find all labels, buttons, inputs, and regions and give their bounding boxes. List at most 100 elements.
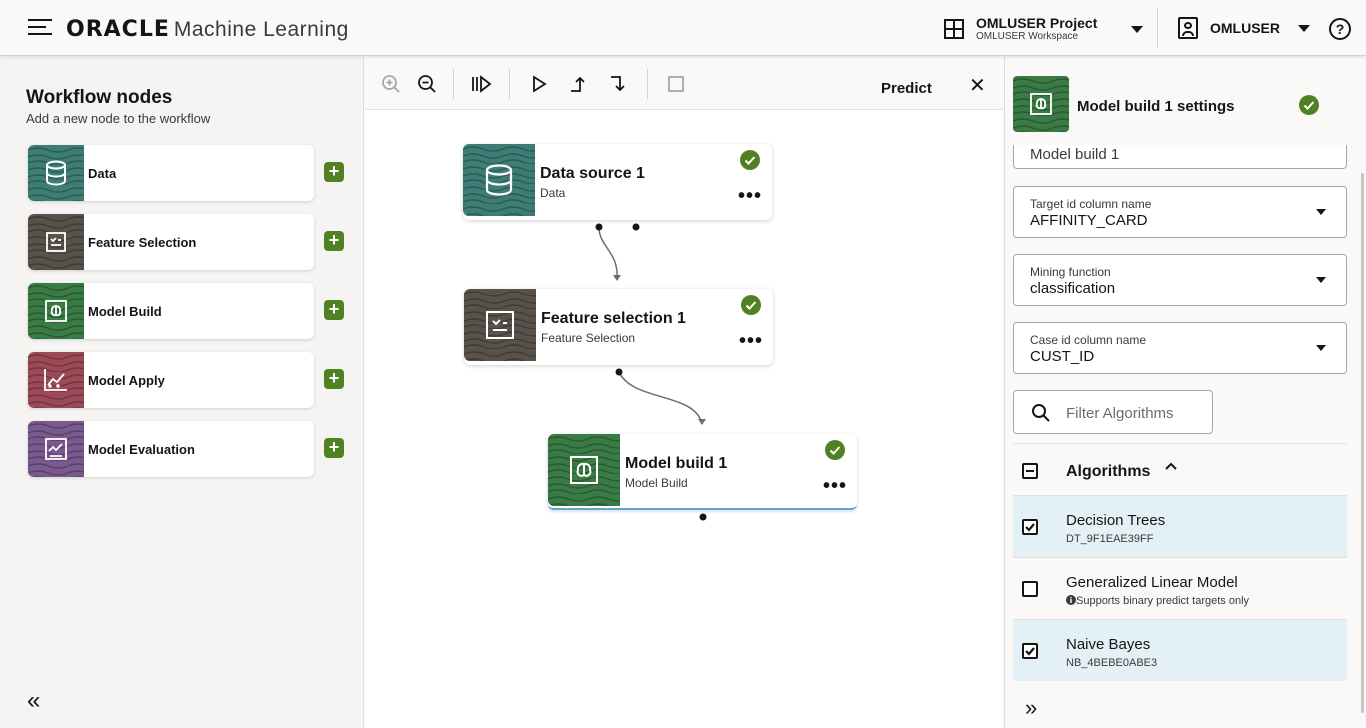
workflow-canvas[interactable]: Predict ✕ Data source 1 Data ••• Feature… bbox=[365, 57, 1003, 728]
settings-header: Model build 1 settings bbox=[1005, 57, 1366, 145]
algorithm-name: Naive Bayes bbox=[1066, 636, 1151, 653]
field-label: Case id column name bbox=[1030, 333, 1147, 347]
field-label: Mining function bbox=[1030, 265, 1111, 279]
node-thumb bbox=[28, 214, 84, 270]
node-more-menu-button[interactable]: ••• bbox=[823, 476, 847, 496]
chevron-up-icon[interactable] bbox=[1165, 462, 1177, 470]
settings-title: Model build 1 settings bbox=[1077, 98, 1235, 115]
node-card-label: Model Build bbox=[88, 304, 162, 319]
node-more-menu-button[interactable]: ••• bbox=[739, 331, 763, 351]
field-value: CUST_ID bbox=[1030, 348, 1095, 365]
chevron-down-icon bbox=[1316, 209, 1326, 215]
algorithm-name: Generalized Linear Model bbox=[1066, 574, 1238, 591]
algorithm-detail: NB_4BEBE0ABE3 bbox=[1066, 657, 1158, 669]
field-value: classification bbox=[1030, 280, 1116, 297]
node-card-feature-selection[interactable]: Feature Selection bbox=[28, 214, 314, 270]
algorithm-detail: Supports binary predict targets only bbox=[1076, 595, 1250, 607]
collapse-right-panel-icon[interactable]: » bbox=[1025, 695, 1037, 721]
node-card-label: Model Apply bbox=[88, 373, 165, 388]
node-card-label: Feature Selection bbox=[88, 235, 197, 250]
project-name: OMLUSER Project bbox=[976, 15, 1098, 31]
add-model-apply-node-button[interactable]: + bbox=[324, 369, 344, 389]
node-type: Model Build bbox=[625, 476, 688, 490]
field-value: AFFINITY_CARD bbox=[1030, 212, 1148, 229]
user-menu[interactable]: OMLUSER bbox=[1178, 17, 1310, 39]
node-card-model-build[interactable]: Model Build bbox=[28, 283, 314, 339]
algorithm-row-glm[interactable]: Generalized Linear Model Supports binary… bbox=[1013, 557, 1347, 619]
workflow-nodes-panel: Workflow nodes Add a new node to the wor… bbox=[0, 57, 364, 728]
flow-node-feature-selection[interactable]: Feature selection 1 Feature Selection ••… bbox=[464, 289, 773, 365]
algorithm-name: Decision Trees bbox=[1066, 512, 1166, 529]
brand-name: ORACLE bbox=[66, 17, 170, 42]
checkmark-icon bbox=[1025, 523, 1035, 532]
flow-node-data-source[interactable]: Data source 1 Data ••• bbox=[463, 144, 772, 220]
project-selector[interactable]: OMLUSER Project OMLUSER Workspace bbox=[944, 14, 1144, 44]
collapse-left-panel-icon[interactable]: « bbox=[27, 687, 40, 715]
panel-subtitle: Add a new node to the workflow bbox=[26, 111, 211, 126]
settings-scrollbar[interactable] bbox=[1361, 173, 1364, 713]
node-thumb bbox=[28, 145, 84, 201]
node-type: Data bbox=[540, 186, 566, 200]
checkmark-icon bbox=[1025, 647, 1035, 656]
add-feature-selection-node-button[interactable]: + bbox=[324, 231, 344, 251]
add-data-node-button[interactable]: + bbox=[324, 162, 344, 182]
node-card-label: Data bbox=[88, 166, 117, 181]
node-thumb bbox=[28, 352, 84, 408]
algorithm-checkbox[interactable] bbox=[1022, 519, 1038, 535]
algorithms-label: Algorithms bbox=[1066, 463, 1151, 480]
hamburger-menu-icon[interactable] bbox=[28, 19, 52, 37]
chevron-down-icon bbox=[1316, 345, 1326, 351]
node-thumb bbox=[28, 283, 84, 339]
select-all-algorithms-checkbox[interactable] bbox=[1022, 463, 1038, 479]
node-name: Feature selection 1 bbox=[541, 310, 686, 327]
filter-placeholder: Filter Algorithms bbox=[1066, 405, 1174, 422]
add-model-build-node-button[interactable]: + bbox=[324, 300, 344, 320]
user-avatar-icon bbox=[1178, 17, 1198, 39]
node-card-data[interactable]: Data bbox=[28, 145, 314, 201]
algorithm-row-decision-trees[interactable]: Decision Trees DT_9F1EAE39FF bbox=[1013, 495, 1347, 557]
user-name: OMLUSER bbox=[1210, 20, 1280, 36]
case-id-column-select[interactable]: Case id column name CUST_ID bbox=[1013, 322, 1347, 374]
node-more-menu-button[interactable]: ••• bbox=[738, 186, 762, 206]
algorithms-header: Algorithms bbox=[1013, 443, 1347, 495]
algorithm-checkbox[interactable] bbox=[1022, 643, 1038, 659]
workspace-name: OMLUSER Workspace bbox=[976, 31, 1079, 42]
chevron-down-icon bbox=[1316, 277, 1326, 283]
app-header: ORACLE Machine Learning OMLUSER Project O… bbox=[0, 0, 1366, 56]
success-check-icon bbox=[825, 440, 845, 460]
panel-title: Workflow nodes bbox=[26, 87, 173, 108]
algorithm-checkbox[interactable] bbox=[1022, 581, 1038, 597]
node-thumb bbox=[464, 289, 536, 361]
chevron-down-icon bbox=[1131, 25, 1144, 33]
settings-node-thumb bbox=[1013, 76, 1069, 132]
project-grid-icon bbox=[944, 19, 964, 39]
node-thumb bbox=[548, 434, 620, 506]
node-name-value: Model build 1 bbox=[1030, 146, 1120, 163]
node-card-model-evaluation[interactable]: Model Evaluation bbox=[28, 421, 314, 477]
node-thumb bbox=[28, 421, 84, 477]
product-name: Machine Learning bbox=[173, 18, 349, 41]
add-model-evaluation-node-button[interactable]: + bbox=[324, 438, 344, 458]
settings-panel: Model build 1 settings Model build 1 Tar… bbox=[1004, 57, 1366, 728]
filter-algorithms-input[interactable]: Filter Algorithms bbox=[1013, 390, 1213, 434]
flow-node-model-build[interactable]: Model build 1 Model Build ••• bbox=[548, 434, 857, 510]
info-icon bbox=[1066, 595, 1076, 605]
success-check-icon bbox=[741, 295, 761, 315]
product-logo[interactable]: ORACLE Machine Learning bbox=[66, 15, 349, 43]
success-check-icon bbox=[740, 150, 760, 170]
help-icon[interactable]: ? bbox=[1329, 18, 1351, 40]
success-check-icon bbox=[1299, 95, 1319, 115]
node-card-model-apply[interactable]: Model Apply bbox=[28, 352, 314, 408]
node-name: Data source 1 bbox=[540, 165, 645, 182]
field-label: Target id column name bbox=[1030, 197, 1152, 211]
algorithm-detail-row: Supports binary predict targets only bbox=[1066, 595, 1249, 607]
node-type: Feature Selection bbox=[541, 331, 636, 345]
algorithm-detail: DT_9F1EAE39FF bbox=[1066, 533, 1154, 545]
search-icon bbox=[1032, 404, 1050, 422]
target-id-column-select[interactable]: Target id column name AFFINITY_CARD bbox=[1013, 186, 1347, 238]
header-divider bbox=[1157, 8, 1158, 48]
node-thumb bbox=[463, 144, 535, 216]
chevron-down-icon bbox=[1298, 24, 1310, 32]
mining-function-select[interactable]: Mining function classification bbox=[1013, 254, 1347, 306]
algorithm-row-naive-bayes[interactable]: Naive Bayes NB_4BEBE0ABE3 bbox=[1013, 619, 1347, 681]
